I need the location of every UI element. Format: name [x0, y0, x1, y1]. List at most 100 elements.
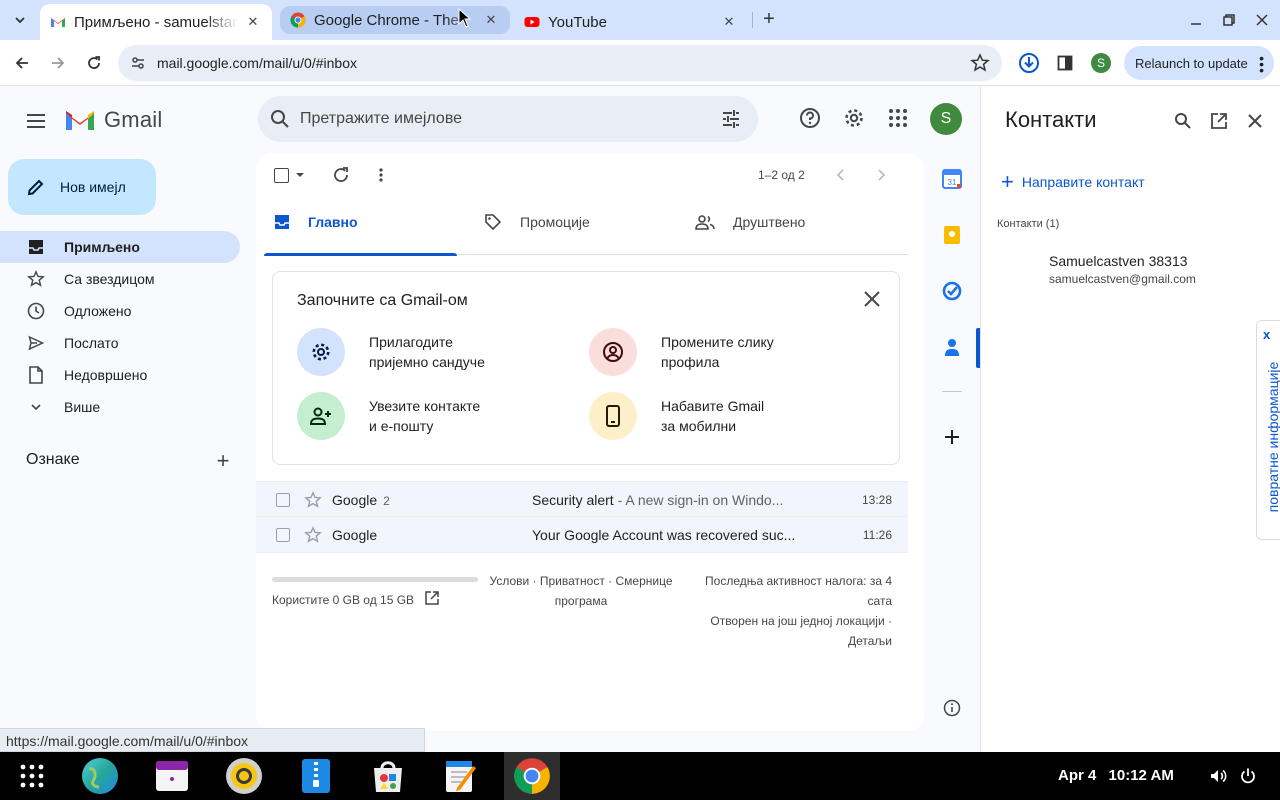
star-icon[interactable]: [304, 491, 322, 509]
forward-button[interactable]: [44, 49, 72, 77]
launcher-button[interactable]: [12, 756, 52, 796]
nav-item-more[interactable]: Више: [0, 391, 240, 423]
nav-item-drafts[interactable]: Недовршено: [0, 359, 240, 391]
more-actions-button[interactable]: [378, 165, 384, 185]
select-all-checkbox[interactable]: [274, 165, 307, 185]
hide-panel-button[interactable]: [940, 696, 964, 720]
footer-line[interactable]: програма: [488, 591, 674, 611]
contacts-search-button[interactable]: [1173, 111, 1193, 131]
tag-icon: [485, 214, 502, 231]
taskbar-app-music[interactable]: [224, 756, 264, 796]
snippet-text: - A new sign-in on Windo...: [613, 492, 784, 508]
settings-button[interactable]: [842, 106, 866, 130]
footer-line[interactable]: Услови · Приватност · Смернице: [488, 571, 674, 591]
music-app-icon: [226, 758, 262, 794]
close-icon[interactable]: [861, 288, 883, 310]
minimize-button[interactable]: [1184, 8, 1208, 32]
downloads-button[interactable]: [1017, 51, 1041, 75]
search-bar[interactable]: Претражите имејлове: [258, 96, 758, 142]
side-panel-button[interactable]: [1053, 51, 1077, 75]
tab-search-button[interactable]: [6, 6, 34, 34]
feedback-tab[interactable]: x повратне информације: [1256, 320, 1280, 540]
compose-button[interactable]: Нов имејл: [8, 159, 156, 215]
create-contact-button[interactable]: + Направите контакт: [1001, 171, 1145, 193]
gmail-logo[interactable]: Gmail: [64, 107, 162, 133]
search-options-icon[interactable]: [720, 108, 742, 130]
relaunch-button[interactable]: Relaunch to update • • •: [1124, 46, 1274, 80]
clock[interactable]: Apr 4 10:12 AM: [1058, 767, 1174, 784]
active-tab-indicator: [264, 253, 457, 256]
open-in-new-tab-button[interactable]: [1209, 111, 1229, 131]
new-tab-button[interactable]: +: [758, 8, 780, 30]
nav-item-starred[interactable]: Са звездицом: [0, 263, 240, 295]
tab-primary[interactable]: Главно: [264, 189, 457, 256]
tab-youtube[interactable]: YouTube ✕: [514, 4, 748, 40]
close-panel-button[interactable]: [1245, 111, 1265, 131]
volume-button[interactable]: [1208, 766, 1228, 786]
taskbar-app-store[interactable]: [368, 756, 408, 796]
close-tab-icon[interactable]: ✕: [244, 13, 262, 31]
keep-addon[interactable]: [940, 223, 964, 247]
create-label-button[interactable]: +: [212, 450, 234, 473]
status-url-bubble: https://mail.google.com/mail/u/0/#inbox: [0, 728, 425, 752]
calendar-addon[interactable]: 31: [940, 167, 964, 191]
person-add-icon: [309, 407, 331, 425]
import-contacts-item[interactable]: Увезите контакте и е-пошту: [297, 392, 480, 440]
taskbar-app-archive[interactable]: [296, 756, 336, 796]
main-menu-button[interactable]: [24, 109, 48, 133]
contact-name[interactable]: Samuelcastven 38313: [1049, 253, 1188, 269]
change-profile-photo-item[interactable]: Промените слику профила: [589, 328, 774, 376]
taskbar-app-globe[interactable]: [80, 756, 120, 796]
get-mobile-app-item[interactable]: Набавите Gmail за мобилни: [589, 392, 764, 440]
youtube-icon: [524, 17, 540, 27]
contacts-addon[interactable]: [940, 335, 964, 359]
site-info-icon[interactable]: [130, 55, 146, 71]
nav-item-sent[interactable]: Послато: [0, 327, 240, 359]
open-in-new-icon[interactable]: [424, 590, 440, 606]
taskbar-app-chrome[interactable]: [512, 756, 552, 796]
taskbar-app-calendar[interactable]: [152, 756, 192, 796]
reload-button[interactable]: [80, 49, 108, 77]
search-placeholder: Претражите имејлове: [300, 110, 463, 127]
close-window-button[interactable]: [1250, 8, 1274, 32]
taskbar-app-editor[interactable]: [440, 756, 480, 796]
footer-links[interactable]: Услови · Приватност · Смернице програма: [488, 571, 674, 611]
older-button[interactable]: [876, 165, 886, 185]
apps-grid-icon: [889, 109, 907, 127]
close-tab-icon[interactable]: ✕: [720, 13, 738, 31]
pencil-icon: [27, 179, 44, 196]
more-vert-icon[interactable]: • • •: [1259, 51, 1264, 77]
search-icon[interactable]: [270, 109, 290, 129]
nav-item-inbox[interactable]: Примљено: [0, 231, 240, 263]
apps-button[interactable]: [886, 106, 910, 130]
back-button[interactable]: [8, 49, 36, 77]
tab-chrome[interactable]: Google Chrome - The ✕: [280, 6, 510, 34]
tasks-addon[interactable]: [940, 279, 964, 303]
tab-promotions[interactable]: Промоције: [474, 189, 667, 255]
account-avatar[interactable]: S: [930, 103, 962, 135]
caret-down-icon[interactable]: [293, 170, 307, 180]
close-tab-icon[interactable]: ✕: [482, 11, 500, 29]
newer-button[interactable]: [836, 165, 846, 185]
star-icon[interactable]: [304, 526, 322, 544]
restore-button[interactable]: [1217, 8, 1241, 32]
details-link[interactable]: Детаљи: [690, 631, 892, 651]
mail-row[interactable]: Google Your Google Account was recovered…: [256, 517, 908, 553]
bookmark-star-icon[interactable]: [970, 53, 990, 73]
gear-icon: [312, 343, 330, 361]
row-checkbox[interactable]: [276, 528, 290, 542]
time-text: 10:12 AM: [1108, 767, 1174, 784]
row-checkbox[interactable]: [276, 493, 290, 507]
support-button[interactable]: [798, 106, 822, 130]
refresh-icon: [334, 167, 348, 182]
tab-gmail[interactable]: Примљено - samuelstan ✕: [40, 4, 272, 40]
get-addons-button[interactable]: [940, 425, 964, 449]
customize-inbox-item[interactable]: Прилагодите пријемно сандуче: [297, 328, 485, 376]
nav-item-snoozed[interactable]: Одложено: [0, 295, 240, 327]
address-bar[interactable]: mail.google.com/mail/u/0/#inbox: [118, 45, 1002, 81]
refresh-button[interactable]: [332, 165, 350, 185]
power-button[interactable]: [1238, 766, 1258, 786]
profile-avatar[interactable]: S: [1091, 53, 1111, 73]
mail-row[interactable]: Google 2 Security alert - A new sign-in o…: [256, 481, 908, 517]
tab-social[interactable]: Друштвено: [685, 189, 878, 255]
